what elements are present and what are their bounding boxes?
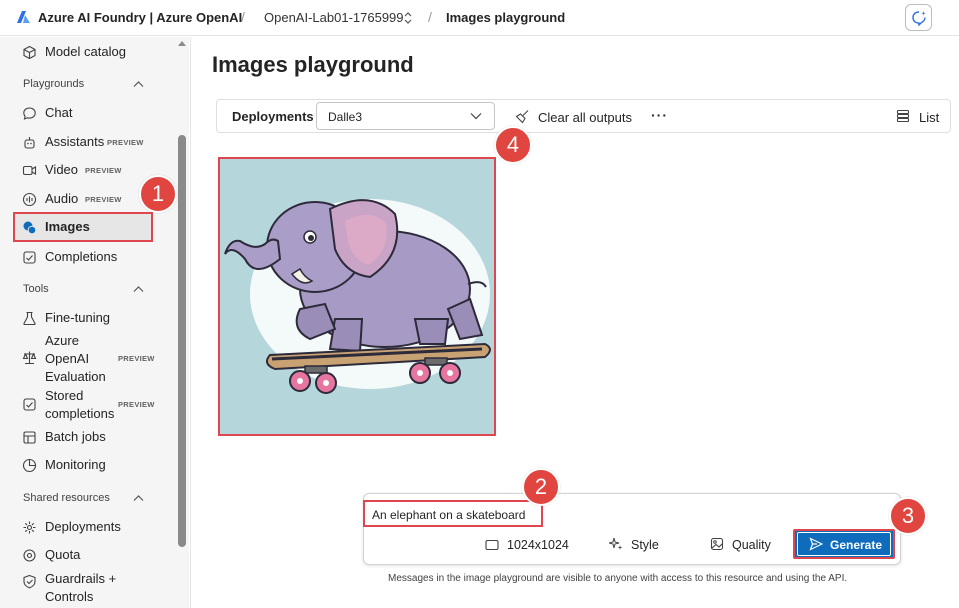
send-icon: [809, 537, 823, 551]
preview-badge: PREVIEW: [85, 194, 122, 204]
chevron-up-icon[interactable]: [133, 80, 144, 88]
video-icon: [22, 165, 37, 175]
preview-badge: PREVIEW: [118, 400, 155, 409]
breadcrumb-separator: /: [428, 9, 432, 25]
sidebar-item-label: Model catalog: [45, 44, 126, 59]
preview-badge: PREVIEW: [107, 137, 144, 147]
sidebar-item-video[interactable]: Video PREVIEW: [14, 157, 154, 183]
project-switcher-icon[interactable]: [403, 11, 413, 25]
sidebar-item-assistants[interactable]: Assistants PREVIEW: [14, 129, 154, 155]
sidebar-item-deployments[interactable]: Deployments: [14, 514, 154, 540]
sidebar-item-audio[interactable]: Audio PREVIEW: [14, 186, 154, 212]
sidebar-item-label: completions: [45, 406, 115, 421]
deployments-icon: [23, 521, 36, 533]
section-header-shared-resources: Shared resources: [23, 492, 110, 504]
sidebar-item-label: Evaluation: [45, 369, 106, 384]
clear-all-outputs-button[interactable]: Clear all outputs: [538, 110, 632, 125]
bot-icon: [24, 136, 35, 149]
elephant-skateboard-illustration: [220, 159, 494, 434]
cube-icon: [23, 45, 36, 59]
deployment-dropdown-value: Dalle3: [328, 110, 363, 124]
sidebar-item-label: OpenAI: [45, 351, 90, 366]
sparkle-icon: [609, 537, 623, 550]
generate-button-label: Generate: [830, 538, 883, 552]
image-size-option[interactable]: 1024x1024: [507, 538, 569, 552]
chevron-up-icon[interactable]: [133, 285, 144, 293]
sidebar-item-monitoring[interactable]: Monitoring: [14, 452, 154, 478]
sidebar-item-label: Audio: [45, 191, 79, 206]
generated-image[interactable]: [218, 157, 496, 436]
flask-icon: [23, 311, 36, 325]
sidebar-item-label: Controls: [45, 589, 94, 604]
section-header-tools: Tools: [23, 283, 49, 295]
aspect-ratio-icon: [485, 539, 499, 551]
sidebar-item-label: Guardrails +: [45, 571, 117, 586]
sidebar-item-chat[interactable]: Chat: [14, 100, 154, 126]
sidebar-item-label: Completions: [45, 249, 118, 264]
breadcrumb-project[interactable]: OpenAI-Lab01-1765999: [264, 10, 404, 25]
step-marker-1: 1: [139, 175, 177, 213]
breadcrumb-separator: /: [241, 9, 245, 25]
azure-logo-icon: [17, 11, 30, 23]
sidebar-item-label: Monitoring: [45, 457, 106, 472]
deployments-label: Deployments: [232, 109, 314, 124]
list-icon[interactable]: [896, 109, 910, 123]
list-view-button[interactable]: List: [919, 110, 939, 125]
audio-icon: [22, 192, 37, 206]
quality-option[interactable]: Quality: [732, 538, 771, 552]
step-marker-4: 4: [494, 126, 532, 164]
shield-icon: [23, 574, 36, 589]
images-icon: [23, 221, 37, 234]
sidebar-item-completions[interactable]: Completions: [14, 244, 154, 270]
sidebar-item-label: Chat: [45, 105, 73, 120]
breadcrumb-current-page: Images playground: [446, 10, 566, 25]
sidebar-item-azure-openai-evaluation[interactable]: Azure OpenAI Evaluation PREVIEW: [14, 332, 154, 386]
more-options-button[interactable]: ···: [651, 107, 668, 123]
privacy-notice: Messages in the image playground are vis…: [388, 573, 848, 584]
sidebar-item-label: Assistants: [45, 134, 105, 149]
preview-badge: PREVIEW: [118, 354, 155, 363]
scale-icon: [22, 351, 37, 365]
brand-link[interactable]: Azure AI Foundry | Azure OpenAI: [38, 10, 242, 25]
image-quality-icon: [710, 537, 724, 551]
sidebar-item-label: Deployments: [45, 519, 121, 534]
section-header-playgrounds: Playgrounds: [23, 78, 85, 90]
style-option[interactable]: Style: [631, 538, 659, 552]
stored-completions-icon: [23, 398, 36, 411]
preview-badge: PREVIEW: [85, 165, 122, 175]
sidebar-item-label: Stored: [45, 388, 84, 403]
sidebar-scrollbar-thumb[interactable]: [178, 135, 186, 547]
sidebar-item-stored-completions[interactable]: Stored completions PREVIEW: [14, 387, 154, 423]
chevron-up-icon[interactable]: [133, 494, 144, 502]
batch-jobs-icon: [23, 430, 36, 444]
sidebar-item-batch-jobs[interactable]: Batch jobs: [14, 424, 154, 450]
sidebar-item-label: Azure: [45, 333, 79, 348]
scroll-up-arrow-icon[interactable]: [178, 40, 186, 46]
chevron-down-icon: [470, 113, 482, 120]
broom-icon[interactable]: [515, 109, 530, 124]
sidebar-item-guardrails-controls[interactable]: Guardrails + Controls: [14, 570, 154, 606]
copilot-button[interactable]: [905, 4, 932, 31]
monitoring-icon: [22, 458, 37, 472]
page-title: Images playground: [212, 52, 414, 77]
sidebar-item-model-catalog[interactable]: Model catalog: [14, 39, 154, 65]
copilot-icon: [912, 11, 926, 26]
sidebar-item-label: Batch jobs: [45, 429, 106, 444]
sidebar-item-fine-tuning[interactable]: Fine-tuning: [14, 305, 154, 331]
sidebar-item-label: Video: [45, 162, 79, 177]
sidebar-item-images[interactable]: Images: [13, 212, 153, 242]
prompt-input[interactable]: An elephant on a skateboard: [363, 500, 543, 527]
completions-icon: [23, 250, 36, 264]
sidebar-item-label: Fine-tuning: [45, 310, 111, 325]
step-marker-2: 2: [522, 468, 560, 506]
step-marker-3: 3: [889, 497, 927, 535]
sidebar-item-quota[interactable]: Quota: [14, 542, 154, 568]
chat-icon: [23, 106, 36, 120]
sidebar-item-label: Images: [45, 219, 90, 234]
sidebar-item-label: Quota: [45, 547, 81, 562]
quota-icon: [23, 548, 36, 562]
